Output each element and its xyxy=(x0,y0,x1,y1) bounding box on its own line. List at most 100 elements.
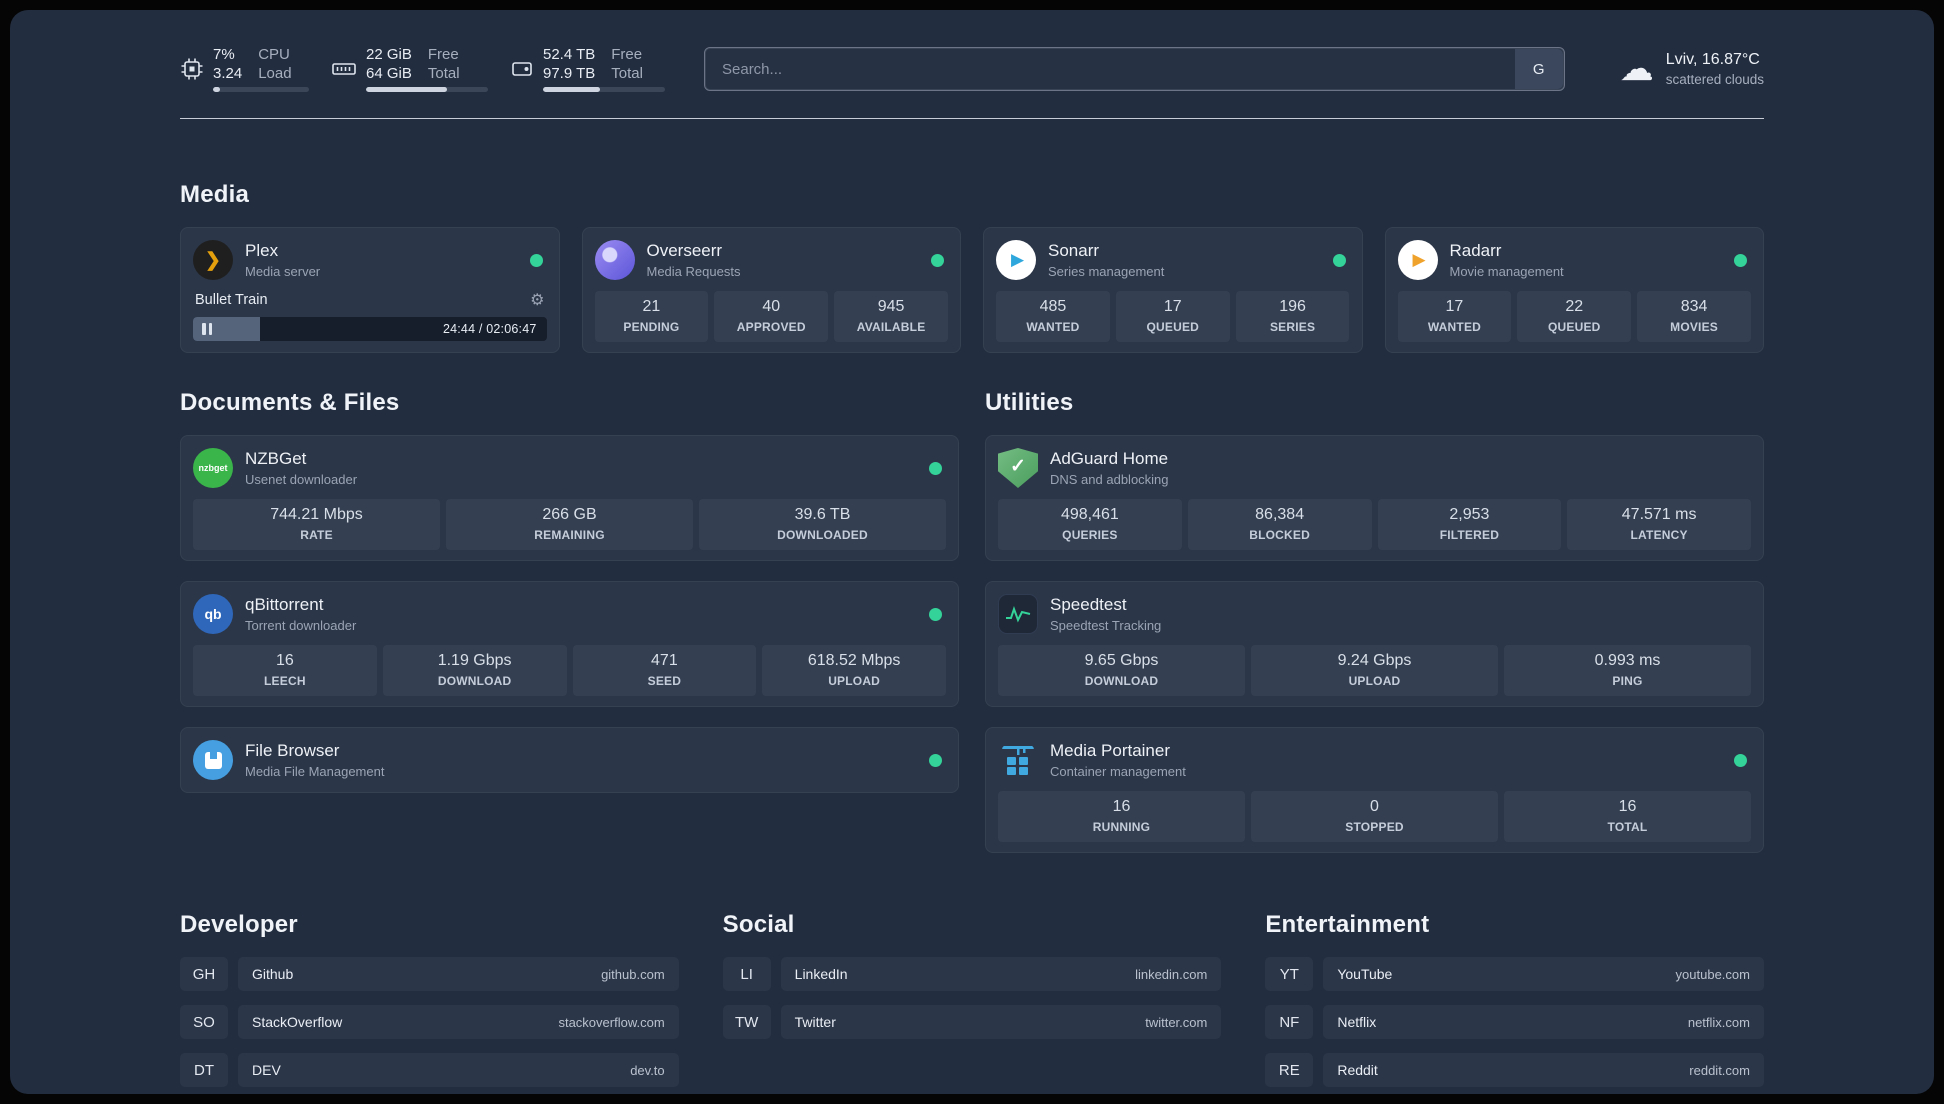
stat-blocked: 86,384 BLOCKED xyxy=(1187,499,1372,550)
bookmark-abbr: YT xyxy=(1265,957,1314,991)
overseerr-icon xyxy=(594,240,635,280)
memory-total-label: Total xyxy=(427,65,460,82)
cloud-icon: ☁ xyxy=(1619,50,1654,88)
disk-progress-bar xyxy=(543,87,665,92)
bookmark-abbr: TW xyxy=(722,1005,771,1039)
qbittorrent-icon: qb xyxy=(193,594,233,634)
pause-icon[interactable] xyxy=(202,323,212,335)
app-name: Media Portainer xyxy=(1050,741,1171,760)
app-name: Speedtest xyxy=(1050,595,1127,614)
stat-upload: 9.24 Gbps UPLOAD xyxy=(1251,645,1498,696)
playback-progress-bar[interactable]: 24:44 / 02:06:47 xyxy=(193,317,547,341)
bookmark-abbr: SO xyxy=(180,1005,228,1039)
app-card-speedtest[interactable]: Speedtest Speedtest Tracking 9.65 Gbps D… xyxy=(985,581,1764,707)
stat-leech: 16 LEECH xyxy=(193,645,377,696)
app-description: Speedtest Tracking xyxy=(1050,618,1162,633)
stat-filtered: 2,953 FILTERED xyxy=(1377,499,1562,550)
cpu-progress-fill xyxy=(213,87,220,92)
plex-icon: ❯ xyxy=(193,240,233,280)
app-description: Media File Management xyxy=(245,764,385,779)
bookmark-youtube[interactable]: YouTube youtube.com xyxy=(1323,957,1764,991)
app-description: DNS and adblocking xyxy=(1050,472,1169,487)
bookmark-netflix[interactable]: Netflix netflix.com xyxy=(1323,1005,1764,1039)
section-title-developer: Developer xyxy=(180,911,298,938)
stat-available: 945 AVAILABLE xyxy=(834,291,948,342)
bookmark-stackoverflow[interactable]: StackOverflow stackoverflow.com xyxy=(238,1005,679,1039)
now-playing-title: Bullet Train xyxy=(195,292,268,308)
cpu-progress-bar xyxy=(213,87,309,92)
status-dot xyxy=(929,607,942,621)
disk-widget: 52.4 TB Free 97.9 TB Total xyxy=(510,46,665,92)
disk-free-value: 52.4 TB xyxy=(543,46,596,63)
app-card-sonarr[interactable]: ▶ Sonarr Series management 485 WANTED 17… xyxy=(983,227,1363,353)
stat-seed: 471 SEED xyxy=(572,645,757,696)
app-name: Plex xyxy=(245,241,279,260)
section-title-social: Social xyxy=(722,911,795,938)
weather-widget: ☁ Lviv, 16.87°C scattered clouds xyxy=(1620,51,1764,87)
stat-wanted: 485 WANTED xyxy=(996,291,1110,342)
memory-free-value: 22 GiB xyxy=(366,46,412,63)
stat-wanted: 17 WANTED xyxy=(1397,291,1512,342)
memory-free-label: Free xyxy=(427,46,459,63)
nzbget-icon: nzbget xyxy=(193,448,233,488)
stat-rate: 744.21 Mbps RATE xyxy=(193,499,440,550)
status-dot xyxy=(1734,253,1747,267)
app-card-radarr[interactable]: ▶ Radarr Movie management 17 WANTED 22 Q… xyxy=(1384,227,1764,353)
app-card-overseerr[interactable]: Overseerr Media Requests 21 PENDING 40 A… xyxy=(581,227,961,353)
weather-location: Lviv, 16.87°C xyxy=(1665,51,1760,68)
app-description: Container management xyxy=(1050,764,1186,779)
bookmark-abbr: LI xyxy=(722,957,771,991)
app-description: Media server xyxy=(245,264,321,279)
bookmark-reddit[interactable]: Reddit reddit.com xyxy=(1323,1053,1764,1087)
app-name: File Browser xyxy=(245,741,340,760)
search-provider-button[interactable]: G xyxy=(1514,49,1563,89)
weather-condition: scattered clouds xyxy=(1665,72,1764,87)
bookmark-row: RE Reddit reddit.com xyxy=(1265,1053,1764,1087)
topbar-divider xyxy=(180,118,1764,119)
playback-time: 24:44 / 02:06:47 xyxy=(442,322,537,336)
section-title-entertainment: Entertainment xyxy=(1265,911,1430,938)
bookmark-dev[interactable]: DEV dev.to xyxy=(238,1053,679,1087)
bookmark-twitter[interactable]: Twitter twitter.com xyxy=(780,1005,1222,1039)
app-card-filebrowser[interactable]: File Browser Media File Management xyxy=(180,727,959,793)
speedtest-icon xyxy=(998,594,1038,634)
bookmark-row: NF Netflix netflix.com xyxy=(1265,1005,1764,1039)
cpu-chip-icon xyxy=(180,57,204,81)
stat-ping: 0.993 ms PING xyxy=(1504,645,1751,696)
memory-widget: 22 GiB Free 64 GiB Total xyxy=(331,46,488,92)
gear-icon[interactable]: ⚙ xyxy=(530,290,544,310)
section-title-utilities: Utilities xyxy=(985,389,1074,416)
stat-upload: 618.52 Mbps UPLOAD xyxy=(762,645,946,696)
app-description: Series management xyxy=(1048,264,1165,279)
app-card-plex[interactable]: ❯ Plex Media server Bullet Train ⚙ 24:44… xyxy=(180,227,560,353)
plex-now-playing: Bullet Train ⚙ 24:44 / 02:06:47 xyxy=(193,290,547,341)
bookmark-abbr: NF xyxy=(1265,1005,1314,1039)
app-description: Media Requests xyxy=(646,264,741,279)
bookmark-row: GH Github github.com xyxy=(180,957,679,991)
app-description: Torrent downloader xyxy=(245,618,357,633)
bookmark-row: LI LinkedIn linkedin.com xyxy=(722,957,1222,991)
stat-pending: 21 PENDING xyxy=(594,291,709,342)
dashboard: 7% CPU 3.24 Load 22 GiB Free 64 GiB Tota… xyxy=(10,10,1934,1094)
app-card-adguard[interactable]: ✓ AdGuard Home DNS and adblocking 498,46… xyxy=(985,435,1764,561)
portainer-icon xyxy=(998,740,1038,780)
memory-total-value: 64 GiB xyxy=(366,65,412,82)
stat-approved: 40 APPROVED xyxy=(714,291,829,342)
app-card-nzbget[interactable]: nzbget NZBGet Usenet downloader 744.21 M… xyxy=(180,435,959,561)
developer-section: Developer GH Github github.com SO StackO… xyxy=(180,911,679,1087)
app-name: Overseerr xyxy=(646,241,723,260)
status-dot xyxy=(529,253,543,267)
app-name: Radarr xyxy=(1449,241,1502,260)
bookmark-linkedin[interactable]: LinkedIn linkedin.com xyxy=(780,957,1222,991)
stat-running: 16 RUNNING xyxy=(998,791,1245,842)
search-input[interactable] xyxy=(704,47,1565,91)
system-widgets: 7% CPU 3.24 Load 22 GiB Free 64 GiB Tota… xyxy=(180,46,665,92)
bookmark-github[interactable]: Github github.com xyxy=(238,957,679,991)
media-grid: ❯ Plex Media server Bullet Train ⚙ 24:44… xyxy=(180,227,1764,353)
memory-icon xyxy=(331,57,357,81)
documents-column: Documents & Files nzbget NZBGet Usenet d… xyxy=(180,389,959,793)
stat-latency: 47.571 ms LATENCY xyxy=(1567,499,1751,550)
app-card-qbittorrent[interactable]: qb qBittorrent Torrent downloader 16 LEE… xyxy=(180,581,959,707)
bookmark-row: TW Twitter twitter.com xyxy=(722,1005,1222,1039)
app-card-portainer[interactable]: Media Portainer Container management 16 … xyxy=(985,727,1764,853)
